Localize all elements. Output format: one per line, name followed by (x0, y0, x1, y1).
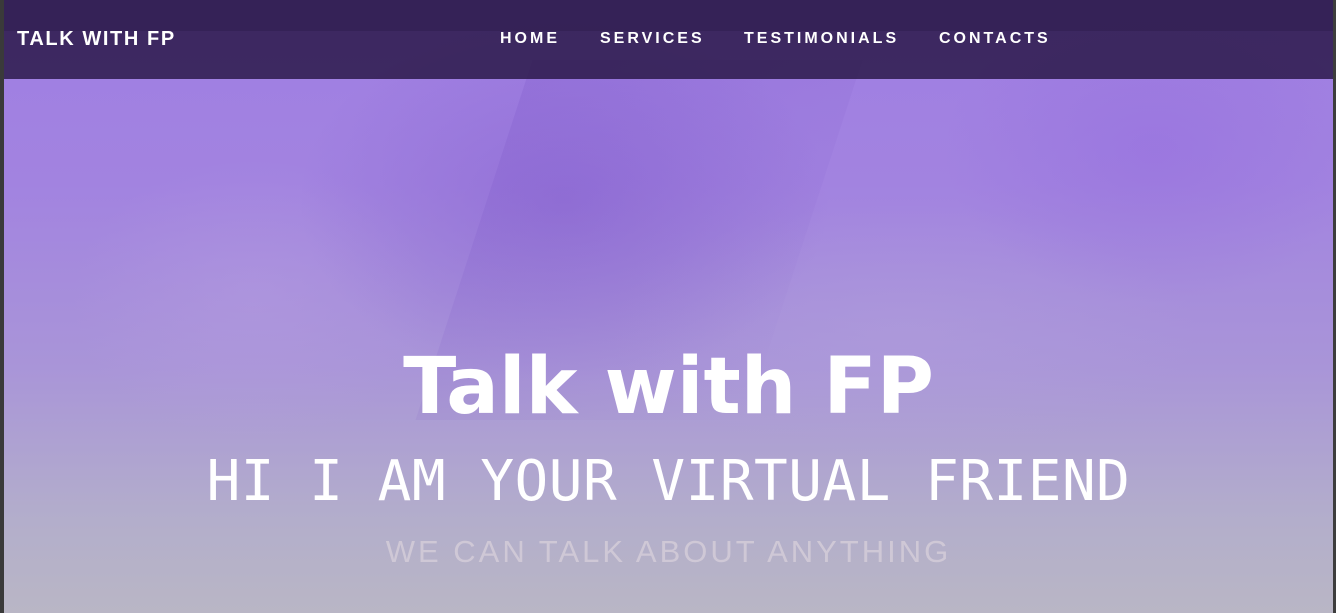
navbar-top-strip (4, 0, 1333, 31)
nav-link-services[interactable]: SERVICES (600, 29, 705, 49)
top-navbar: TALK WITH FP HOME SERVICES TESTIMONIALS … (4, 0, 1333, 79)
nav-link-testimonials[interactable]: TESTIMONIALS (744, 29, 899, 49)
nav-links: HOME SERVICES TESTIMONIALS CONTACTS (4, 29, 1333, 49)
hero-title: Talk with FP (403, 342, 934, 432)
nav-link-home[interactable]: HOME (500, 29, 560, 49)
hero-section: TALK WITH FP HOME SERVICES TESTIMONIALS … (4, 0, 1333, 613)
hero-subtitle: HI I AM YOUR VIRTUAL FRIEND (206, 449, 1131, 514)
nav-link-contacts[interactable]: CONTACTS (939, 29, 1051, 49)
hero-tagline: WE CAN TALK ABOUT ANYTHING (385, 534, 952, 569)
